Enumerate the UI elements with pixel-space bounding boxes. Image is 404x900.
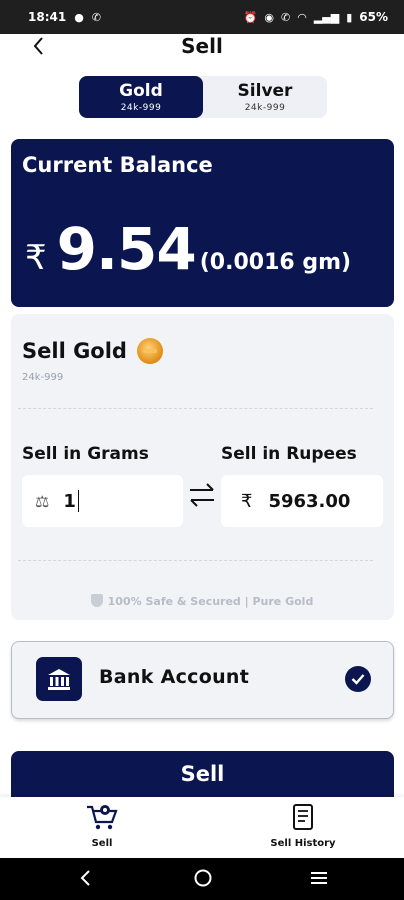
nav-history-label: Sell History bbox=[270, 838, 336, 849]
safe-text: 100% Safe & Secured | Pure Gold bbox=[107, 595, 314, 608]
tab-silver-label: Silver bbox=[237, 81, 293, 101]
sell-button[interactable]: Sell bbox=[11, 751, 394, 797]
balance-amount: 9.54 bbox=[56, 215, 197, 283]
status-time: 18:41 bbox=[28, 10, 67, 24]
bottom-nav: Sell Sell History bbox=[0, 797, 404, 858]
eye-icon: ◉ bbox=[264, 10, 274, 24]
phone-icon: ✆ bbox=[91, 10, 102, 24]
tab-gold[interactable]: Gold 24k-999 bbox=[79, 76, 203, 118]
nav-item-sell[interactable]: Sell bbox=[80, 803, 124, 849]
system-recents-button[interactable] bbox=[308, 866, 330, 894]
signal-icon: ▂▄▆ bbox=[313, 10, 340, 24]
page-title: Sell bbox=[181, 34, 223, 58]
gold-coin-icon bbox=[136, 338, 163, 364]
alarm-icon: ⏰ bbox=[243, 10, 258, 24]
status-left: 18:41 ● ✆ bbox=[28, 10, 101, 24]
system-back-button[interactable] bbox=[76, 866, 96, 894]
swap-icon[interactable] bbox=[186, 480, 218, 510]
sell-card: Sell Gold 24k-999 bbox=[11, 314, 394, 620]
system-home-button[interactable] bbox=[192, 866, 214, 894]
check-circle-icon bbox=[345, 666, 371, 692]
chevron-left-icon bbox=[80, 870, 90, 886]
grams-input[interactable]: ⚖ 1 bbox=[22, 475, 183, 527]
balance-line: ₹ 9.54 (0.0016 gm) bbox=[25, 215, 351, 283]
bank-account-label: Bank Account bbox=[99, 666, 250, 688]
divider bbox=[18, 560, 373, 561]
tab-gold-purity: 24k-999 bbox=[120, 103, 162, 113]
shield-icon bbox=[90, 594, 103, 607]
header: Sell bbox=[0, 34, 404, 62]
tab-silver-purity: 24k-999 bbox=[244, 103, 286, 113]
wifi-calling-icon: ✆ bbox=[280, 10, 291, 24]
tab-silver[interactable]: Silver 24k-999 bbox=[203, 76, 327, 118]
cart-icon bbox=[87, 805, 118, 830]
safe-secured-note: 100% Safe & Secured | Pure Gold bbox=[0, 594, 404, 608]
battery-percent: 65% bbox=[359, 10, 388, 24]
wifi-icon: ◠ bbox=[297, 10, 307, 24]
bank-icon bbox=[36, 657, 82, 701]
menu-icon bbox=[311, 872, 327, 884]
balance-grams: (0.0016 gm) bbox=[199, 250, 352, 275]
text-cursor bbox=[77, 490, 80, 512]
nav-item-sell-history[interactable]: Sell History bbox=[262, 803, 344, 849]
rupee-input-symbol: ₹ bbox=[241, 490, 253, 512]
nav-sell-label: Sell bbox=[91, 838, 113, 849]
history-icon bbox=[293, 804, 313, 830]
grams-label: Sell in Grams bbox=[22, 444, 149, 464]
scale-icon: ⚖ bbox=[35, 491, 50, 511]
rupees-input[interactable]: ₹ 5963.00 bbox=[221, 475, 383, 527]
status-right: ⏰ ◉ ✆ ◠ ▂▄▆ ▮ 65% bbox=[244, 10, 388, 24]
rupee-symbol: ₹ bbox=[25, 238, 47, 278]
balance-title: Current Balance bbox=[22, 153, 213, 177]
tab-gold-label: Gold bbox=[119, 81, 163, 101]
battery-icon: ▮ bbox=[346, 10, 353, 24]
bank-account-option[interactable]: Bank Account bbox=[11, 641, 394, 719]
notification-dot-icon: ● bbox=[74, 10, 84, 24]
grams-value: 1 bbox=[63, 490, 76, 512]
home-circle-icon bbox=[194, 869, 212, 887]
sell-gold-title: Sell Gold bbox=[22, 339, 127, 363]
system-nav-bar bbox=[0, 858, 404, 900]
rupees-label: Sell in Rupees bbox=[221, 444, 357, 464]
sell-gold-purity: 24k-999 bbox=[22, 372, 64, 383]
rupees-value: 5963.00 bbox=[268, 490, 351, 512]
metal-toggle: Gold 24k-999 Silver 24k-999 bbox=[79, 76, 327, 118]
divider bbox=[18, 408, 373, 409]
balance-card: Current Balance ₹ 9.54 (0.0016 gm) bbox=[11, 139, 394, 307]
status-bar: 18:41 ● ✆ ⏰ ◉ ✆ ◠ ▂▄▆ ▮ 65% bbox=[0, 0, 404, 34]
sell-gold-header: Sell Gold bbox=[22, 338, 163, 364]
